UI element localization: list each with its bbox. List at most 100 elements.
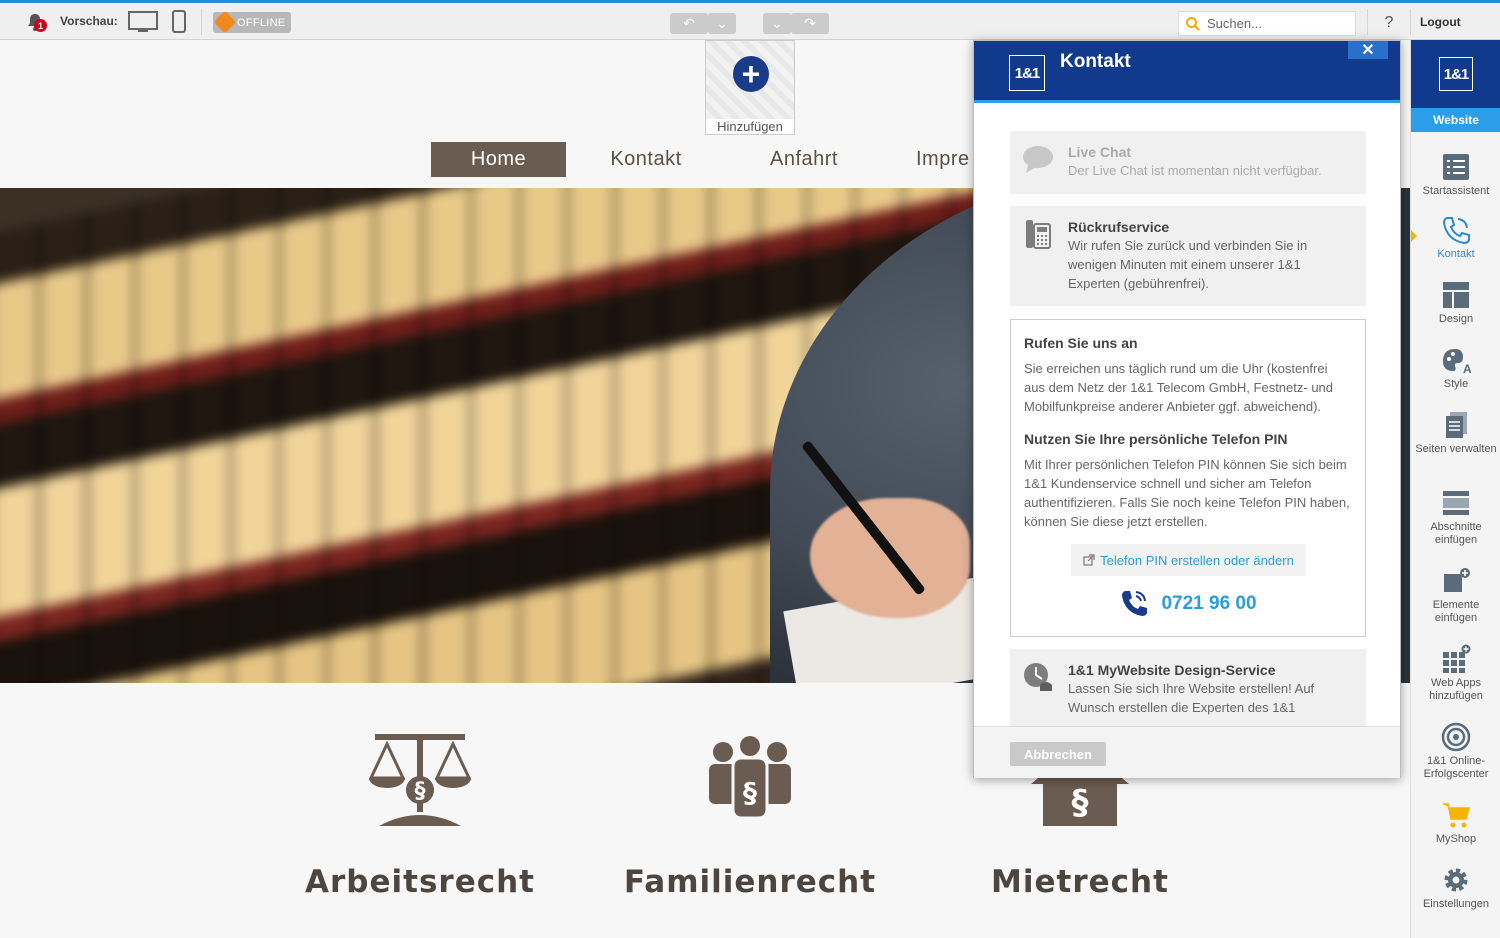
desktop-preview-button[interactable] (128, 10, 158, 34)
preview-label: Vorschau: (60, 14, 118, 28)
sidebar-item-label: Elemente einfügen (1432, 599, 1480, 624)
offline-label: OFFLINE (237, 16, 286, 29)
call-title: Rufen Sie uns an (1024, 335, 1138, 351)
cart-icon (1443, 803, 1470, 828)
layout-icon (1443, 282, 1469, 308)
logout-button[interactable]: Logout (1420, 15, 1461, 29)
element-add-icon (1444, 568, 1470, 592)
sidebar-item-design[interactable]: Design (1411, 280, 1500, 326)
offline-status-badge[interactable]: OFFLINE (213, 10, 291, 34)
panel-footer: Abbrechen (974, 726, 1400, 778)
feature-familienrecht[interactable]: § Familienrecht (620, 730, 880, 900)
warning-icon (213, 10, 237, 34)
sidebar-item-label: Style (1443, 378, 1469, 390)
undo-icon: ↶ (683, 15, 695, 31)
toolbar-divider (201, 9, 202, 35)
mobile-preview-button[interactable] (170, 10, 188, 34)
sidebar-item-label: Abschnitte einfügen (1430, 521, 1482, 546)
redo-button[interactable]: ↷ (791, 13, 829, 34)
sidebar-item-kontakt[interactable]: Kontakt (1411, 215, 1500, 261)
sidebar-item-myshop[interactable]: MyShop (1411, 800, 1500, 846)
desk-phone-icon (1026, 220, 1051, 249)
sidebar-item-label: Seiten verwalten (1415, 443, 1497, 455)
sidebar-item-label: Einstellungen (1422, 898, 1490, 910)
add-label: Hinzufügen (706, 119, 794, 134)
target-icon (1441, 722, 1471, 752)
sidebar-item-seiten[interactable]: Seiten verwalten (1411, 410, 1500, 456)
phone-icon (1442, 217, 1470, 245)
callback-text: Wir rufen Sie zurück und verbinden Sie i… (1068, 238, 1308, 291)
pin-title: Nutzen Sie Ihre persönliche Telefon PIN (1024, 431, 1288, 447)
right-sidebar: 1&1 Website Startassistent Kontakt Desig… (1410, 40, 1500, 938)
sidebar-item-label: Startassistent (1422, 185, 1490, 197)
chat-bubble-icon (1023, 146, 1053, 173)
scales-icon: § (368, 734, 472, 826)
pages-icon (1446, 412, 1467, 438)
redo-icon: ↷ (804, 15, 816, 31)
nav-item-kontakt[interactable]: Kontakt (590, 142, 702, 177)
design-service-text: Lassen Sie sich Ihre Website erstellen! … (1068, 681, 1315, 715)
notification-badge: 1 (34, 19, 47, 32)
live-chat-card: Live Chat Der Live Chat ist momentan nic… (1010, 131, 1366, 194)
create-pin-button[interactable]: Telefon PIN erstellen oder ändern (1071, 544, 1306, 576)
cancel-button[interactable]: Abbrechen (1010, 742, 1106, 766)
panel-body: Live Chat Der Live Chat ist momentan nic… (974, 106, 1400, 726)
gear-icon (1444, 868, 1468, 892)
undo-dropdown-button[interactable]: ⌄ (708, 13, 736, 34)
call-text: Sie erreichen uns täglich rund um die Uh… (1024, 361, 1334, 414)
panel-header: 1&1 Kontakt ✕ (974, 41, 1400, 103)
chevron-down-icon: ⌄ (771, 15, 783, 31)
phone-number-link[interactable]: 0721 96 00 (1011, 588, 1365, 618)
checklist-icon (1443, 154, 1469, 180)
feature-label: Familienrecht (623, 864, 877, 900)
plus-icon: + (733, 56, 769, 92)
sidebar-item-webapps[interactable]: Web Apps hinzufügen (1411, 644, 1500, 703)
top-toolbar: 1 Vorschau: OFFLINE ↶ ⌄ ⌄ ↷ Suchen... ? … (0, 0, 1500, 40)
search-input[interactable]: Suchen... (1178, 11, 1356, 36)
sidebar-item-einstellungen[interactable]: Einstellungen (1411, 865, 1500, 911)
tab-website[interactable]: Website (1411, 108, 1500, 132)
external-link-icon (1083, 554, 1095, 566)
redo-dropdown-button[interactable]: ⌄ (763, 13, 791, 34)
notifications-button[interactable]: 1 (22, 9, 48, 35)
section-icon (1443, 491, 1469, 515)
sidebar-item-elemente[interactable]: Elemente einfügen (1411, 566, 1500, 625)
feature-arbeitsrecht[interactable]: § Arbeitsrecht (290, 730, 550, 900)
nav-item-home[interactable]: Home (431, 142, 566, 177)
apps-icon (1443, 644, 1471, 673)
phone-number: 0721 96 00 (1161, 592, 1257, 614)
phone-icon (1122, 591, 1148, 616)
svg-text:A: A (1463, 362, 1471, 375)
help-button[interactable]: ? (1378, 12, 1400, 34)
sidebar-item-abschnitte[interactable]: Abschnitte einfügen (1411, 488, 1500, 547)
add-element-button[interactable]: + Hinzufügen (705, 40, 795, 135)
live-chat-title: Live Chat (1068, 144, 1132, 160)
website-builder: 1 Vorschau: OFFLINE ↶ ⌄ ⌄ ↷ Suchen... ? … (0, 0, 1500, 938)
feature-label: Mietrecht (991, 864, 1169, 900)
clock-person-icon (1024, 663, 1052, 691)
toolbar-divider (1410, 9, 1411, 35)
svg-text:§: § (743, 776, 757, 809)
mobile-icon (172, 10, 186, 33)
call-us-card: Rufen Sie uns an Sie erreichen uns tägli… (1010, 319, 1366, 637)
desktop-icon (128, 11, 158, 32)
svg-text:§: § (1072, 783, 1089, 823)
nav-item-anfahrt[interactable]: Anfahrt (752, 142, 856, 177)
undo-button[interactable]: ↶ (670, 13, 708, 34)
chevron-down-icon: ⌄ (716, 15, 728, 31)
close-icon: ✕ (1361, 42, 1375, 59)
callback-service-card[interactable]: Rückrufservice Wir rufen Sie zurück und … (1010, 206, 1366, 306)
design-service-title: 1&1 MyWebsite Design-Service (1068, 662, 1276, 678)
sidebar-item-erfolgscenter[interactable]: 1&1 Online-Erfolgscenter (1411, 722, 1500, 781)
svg-text:§: § (415, 779, 426, 804)
sidebar-item-startassistent[interactable]: Startassistent (1411, 152, 1500, 198)
toolbar-divider (1367, 9, 1368, 35)
close-button[interactable]: ✕ (1348, 41, 1388, 59)
sidebar-item-label: Kontakt (1437, 248, 1475, 260)
design-service-card[interactable]: 1&1 MyWebsite Design-Service Lassen Sie … (1010, 649, 1366, 726)
sidebar-item-label: Design (1438, 313, 1474, 325)
family-law-icon: § (709, 736, 791, 820)
sidebar-item-style[interactable]: A Style (1411, 345, 1500, 391)
panel-title: Kontakt (1060, 51, 1131, 72)
live-chat-text: Der Live Chat ist momentan nicht verfügb… (1068, 163, 1322, 178)
